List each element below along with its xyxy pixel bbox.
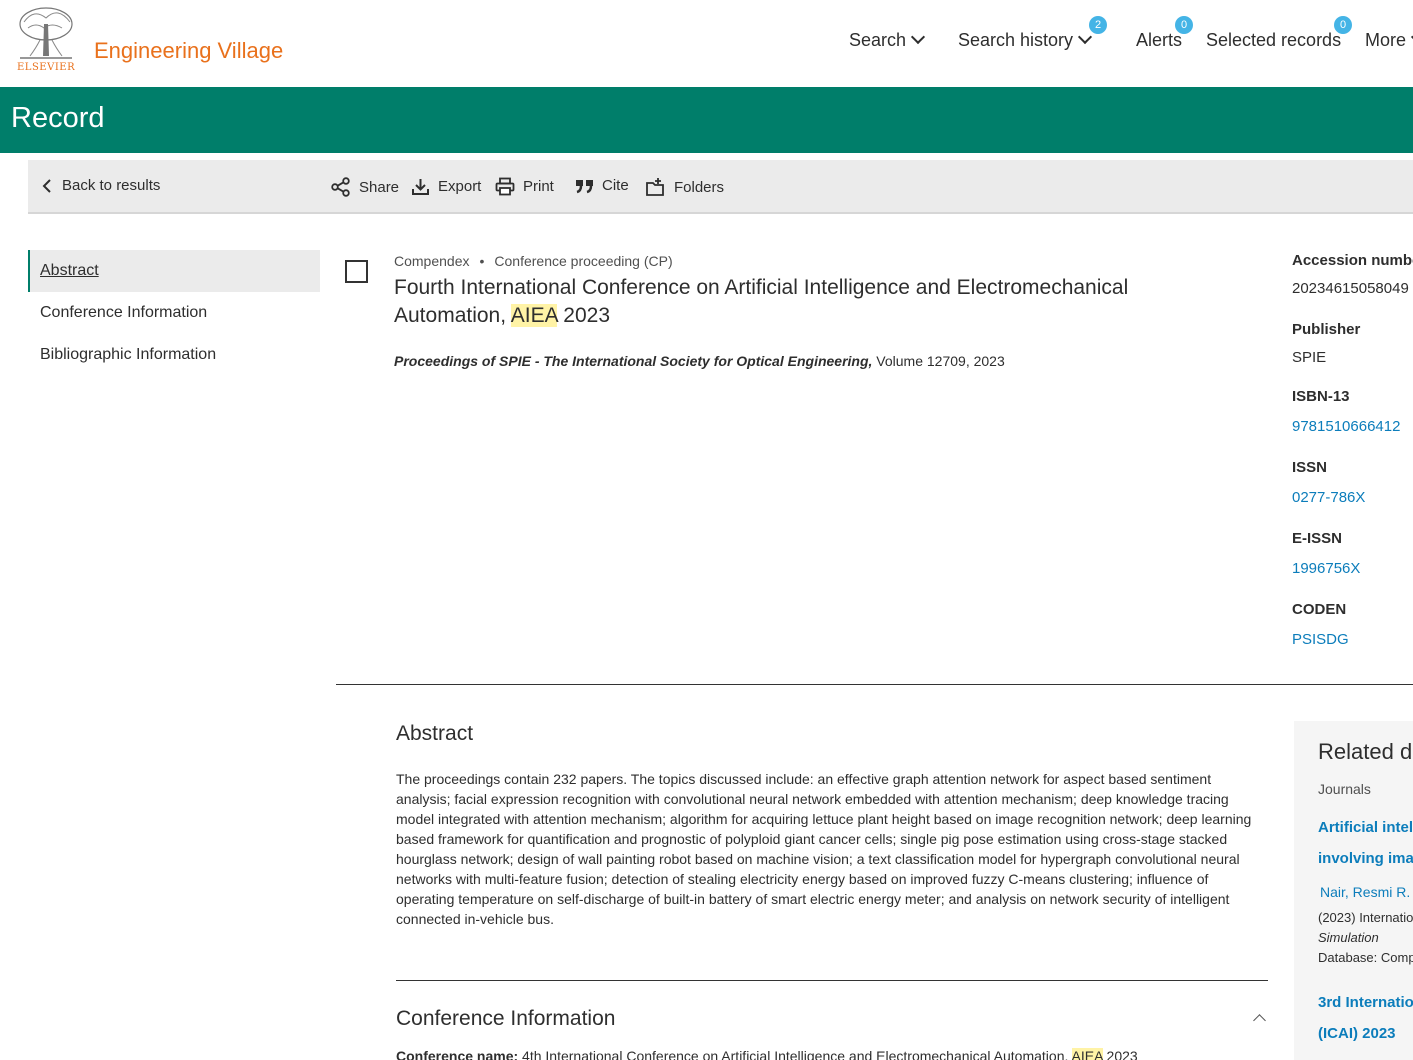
nav-alerts-label: Alerts (1136, 30, 1183, 50)
back-label: Back to results (62, 177, 161, 194)
search-term-highlight: AIEA (510, 304, 558, 327)
eissn-label: E-ISSN (1292, 530, 1343, 547)
elsevier-wordmark: ELSEVIER (17, 62, 76, 73)
publisher-label: Publisher (1292, 321, 1361, 338)
printer-icon (495, 177, 515, 196)
eissn-link[interactable]: 1996756X (1292, 560, 1413, 577)
folder-add-icon (646, 178, 664, 196)
cite-button[interactable]: Cite (575, 177, 629, 194)
elsevier-logo[interactable]: ELSEVIER (14, 6, 80, 74)
selected-records-count-badge: 0 (1334, 16, 1352, 34)
quote-icon (576, 179, 593, 193)
share-button[interactable]: Share (331, 177, 399, 197)
cite-label: Cite (602, 177, 629, 194)
section-nav-conference-information[interactable]: Conference Information (28, 292, 320, 334)
print-button[interactable]: Print (495, 177, 554, 196)
related-document-link[interactable]: Artificial intelligence (1318, 819, 1413, 836)
related-documents-heading: Related documents (1318, 739, 1413, 764)
related-document-database: Database: Compendex (1318, 950, 1413, 965)
accession-number-label: Accession number (1292, 252, 1413, 269)
share-label: Share (359, 178, 400, 196)
record-details-column: Accession number 20234615058049 Publishe… (1292, 252, 1413, 648)
isbn-link[interactable]: 9781510666412 (1292, 418, 1413, 435)
folders-button[interactable]: Folders (645, 177, 724, 197)
section-divider (396, 980, 1268, 981)
related-document-link[interactable]: 3rd International (1318, 994, 1413, 1011)
record-source: Proceedings of SPIE - The International … (394, 353, 1005, 369)
back-to-results-button[interactable]: Back to results (40, 177, 160, 194)
related-document-source: Simulation (1318, 930, 1379, 945)
nav-more[interactable]: More (1365, 29, 1413, 51)
record-title: Fourth International Conference on Artif… (394, 274, 1244, 330)
record-header-band (0, 87, 1413, 153)
chevron-down-icon (1077, 29, 1093, 45)
related-document-link[interactable]: involving image (1318, 850, 1413, 867)
conference-name-row: Conference name: 4th International Confe… (396, 1048, 1138, 1060)
coden-label: CODEN (1292, 601, 1347, 618)
section-divider (336, 684, 1413, 685)
folders-label: Folders (674, 178, 725, 196)
issn-link[interactable]: 0277-786X (1292, 489, 1413, 506)
related-documents-panel: Related documents Journals Artificial in… (1294, 721, 1413, 1060)
nav-more-label: More (1365, 30, 1407, 50)
related-document-citation: (2023) International (1318, 910, 1413, 925)
related-documents-subheading: Journals (1318, 781, 1371, 797)
separator-dot: • (479, 253, 485, 269)
download-icon (412, 179, 429, 195)
nav-selected-records[interactable]: Selected records (1206, 30, 1341, 51)
conference-name-year: 2023 (1102, 1048, 1138, 1060)
select-record-checkbox[interactable] (345, 260, 368, 283)
search-term-highlight: AIEA (1071, 1048, 1103, 1060)
chevron-down-icon (910, 29, 926, 45)
related-document-link[interactable]: (ICAI) 2023 (1318, 1025, 1396, 1042)
share-icon (331, 177, 350, 197)
conference-information-heading: Conference Information (396, 1007, 616, 1030)
section-nav-abstract[interactable]: Abstract (28, 250, 320, 292)
record-title-text: Fourth International Conference on Artif… (394, 276, 1129, 327)
issn-label: ISSN (1292, 459, 1328, 476)
accession-number-value: 20234615058049 (1292, 280, 1409, 297)
publisher-value: SPIE (1292, 349, 1327, 366)
related-document-author[interactable]: Nair, Resmi R. (1320, 884, 1410, 900)
section-nav: Abstract Conference Information Bibliogr… (28, 250, 320, 376)
nav-search-label: Search (849, 30, 907, 50)
nav-search[interactable]: Search (849, 29, 926, 51)
export-label: Export (438, 178, 482, 195)
source-volume: Volume 12709, 2023 (872, 353, 1005, 369)
conference-name-label: Conference name: (396, 1048, 519, 1060)
nav-search-history-label: Search history (958, 30, 1074, 50)
source-journal: Proceedings of SPIE - The International … (394, 353, 873, 369)
record-title-year: 2023 (557, 304, 611, 327)
database-label: Compendex (394, 253, 470, 269)
abstract-text: The proceedings contain 232 papers. The … (396, 771, 1252, 927)
section-nav-bibliographic-information[interactable]: Bibliographic Information (28, 334, 320, 376)
chevron-left-icon (42, 178, 51, 193)
isbn-label: ISBN-13 (1292, 388, 1350, 405)
search-history-count-badge: 2 (1089, 16, 1107, 34)
brand-name[interactable]: Engineering Village (94, 38, 283, 64)
nav-selected-records-label: Selected records (1206, 30, 1342, 50)
export-button[interactable]: Export (411, 177, 481, 196)
abstract-heading: Abstract (396, 722, 474, 745)
coden-link[interactable]: PSISDG (1292, 631, 1413, 648)
elsevier-tree-icon (16, 6, 76, 62)
document-type: Conference proceeding (CP) (494, 253, 673, 269)
nav-alerts[interactable]: Alerts (1136, 30, 1182, 51)
page-title: Record (11, 102, 105, 134)
print-label: Print (523, 178, 554, 195)
chevron-up-icon[interactable] (1253, 1014, 1266, 1027)
alerts-count-badge: 0 (1175, 16, 1193, 34)
conference-name-text: 4th International Conference on Artifici… (518, 1048, 1072, 1060)
nav-search-history[interactable]: Search history (958, 29, 1093, 51)
record-meta: Compendex • Conference proceeding (CP) (394, 253, 673, 269)
top-bar: ELSEVIER Engineering Village Search Sear… (0, 0, 1413, 87)
